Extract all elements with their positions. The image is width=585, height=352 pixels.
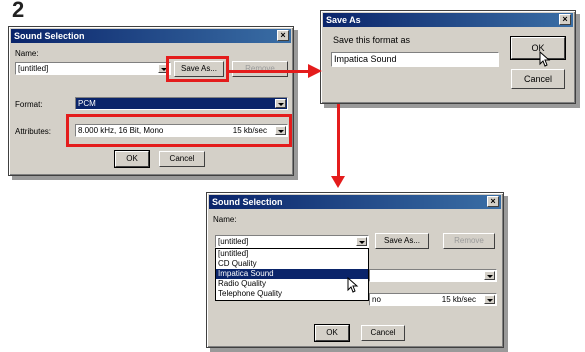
name-select[interactable]: [untitled] <box>215 235 369 248</box>
save-prompt: Save this format as <box>333 35 411 45</box>
chevron-down-icon[interactable] <box>275 99 286 108</box>
remove-button[interactable]: Remove <box>232 61 288 77</box>
remove-button[interactable]: Remove <box>443 233 495 249</box>
attributes-highlight <box>66 114 292 147</box>
dialog-title-bar[interactable]: Save As × <box>323 13 573 27</box>
format-name-input[interactable]: Impatica Sound <box>331 52 499 67</box>
save-as-dialog: Save As × Save this format as Impatica S… <box>320 10 576 104</box>
mouse-cursor-icon <box>347 277 359 293</box>
save-ok-button[interactable]: OK <box>510 36 566 60</box>
save-as-button[interactable]: Save As... <box>375 233 429 249</box>
sound-selection-dialog: Sound Selection × Name: [untitled] Save … <box>8 26 294 176</box>
dialog-title-bar[interactable]: Sound Selection × <box>209 195 501 209</box>
arrow-to-save-line <box>229 70 313 73</box>
name-value: [untitled] <box>18 64 49 73</box>
attributes-label: Attributes: <box>15 127 52 136</box>
dialog-title: Sound Selection <box>14 31 85 41</box>
chevron-down-icon[interactable] <box>484 295 495 304</box>
ok-button[interactable]: OK <box>114 150 150 168</box>
save-cancel-button[interactable]: Cancel <box>511 69 565 89</box>
close-icon[interactable]: × <box>277 30 289 41</box>
sound-selection-dialog-updated: Sound Selection × Name: [untitled] Save … <box>206 192 504 348</box>
close-icon[interactable]: × <box>487 196 499 207</box>
name-value: [untitled] <box>218 237 249 246</box>
dropdown-option[interactable]: [untitled] <box>216 249 368 259</box>
arrow-down-icon <box>331 176 345 188</box>
format-select[interactable]: PCM <box>75 97 288 110</box>
dialog-title: Save As <box>326 15 361 25</box>
attributes-partial-value: no <box>372 295 381 304</box>
name-label: Name: <box>213 215 237 224</box>
cancel-button[interactable]: Cancel <box>361 325 405 341</box>
arrow-down-line <box>337 104 340 178</box>
name-dropdown-list: [untitled] CD Quality Impatica Sound Rad… <box>215 248 369 301</box>
dialog-title: Sound Selection <box>212 197 283 207</box>
dropdown-option[interactable]: CD Quality <box>216 259 368 269</box>
close-icon[interactable]: × <box>559 14 571 25</box>
ok-button[interactable]: OK <box>314 324 350 342</box>
name-label: Name: <box>15 49 39 58</box>
format-label: Format: <box>15 100 43 109</box>
save-as-highlight <box>166 56 229 82</box>
arrow-right-icon <box>308 64 322 78</box>
chevron-down-icon[interactable] <box>484 271 495 280</box>
format-select[interactable] <box>369 269 497 282</box>
mouse-cursor-icon <box>539 51 551 67</box>
dropdown-option[interactable]: Telephone Quality <box>216 289 368 299</box>
attributes-rate: 15 kb/sec <box>441 295 476 304</box>
format-value: PCM <box>78 99 96 108</box>
cancel-button[interactable]: Cancel <box>159 151 205 167</box>
dropdown-option[interactable]: Radio Quality <box>216 279 368 289</box>
step-marker: 2 <box>12 0 25 22</box>
chevron-down-icon[interactable] <box>356 237 367 246</box>
dialog-title-bar[interactable]: Sound Selection × <box>11 29 291 43</box>
attributes-select[interactable]: no 15 kb/sec <box>369 293 497 306</box>
name-select[interactable]: [untitled] <box>15 62 171 75</box>
dropdown-option-selected[interactable]: Impatica Sound <box>216 269 368 279</box>
